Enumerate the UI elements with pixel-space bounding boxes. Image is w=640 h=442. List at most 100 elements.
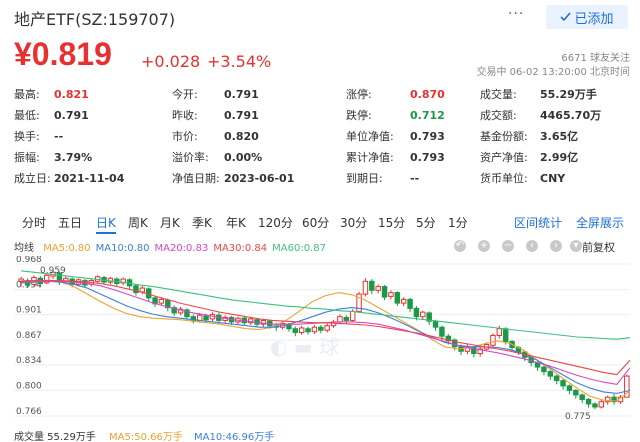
candle-down [585, 398, 592, 405]
stat-value: 3.65亿 [540, 130, 579, 143]
candle-up [362, 280, 369, 295]
stat-value: 2023-06-01 [224, 172, 295, 185]
candle-down [547, 371, 554, 377]
stat-label: 成交量: [480, 88, 517, 101]
stat-value: 3.79% [54, 151, 93, 164]
ma-legend-item: MA30:0.84 [213, 243, 268, 254]
fullscreen-button[interactable]: 全屏展示 [576, 214, 624, 231]
watermark: ◐ ▬ 球 [270, 335, 339, 359]
tab-period[interactable]: 月K [160, 214, 180, 231]
candle-down [292, 328, 299, 333]
max-price-label: 0.959 [40, 266, 66, 276]
stat-item: 跌停: 0.712 [346, 107, 445, 123]
volume-legend: 成交量 55.29万手 MA5:50.66万手 MA10:46.96万手 [14, 428, 274, 442]
stat-item: 资产净值: 2.99亿 [480, 149, 578, 165]
candle-down [369, 280, 375, 291]
stat-item: 最低: 0.791 [14, 107, 89, 123]
ma-legend-label: 均线 [14, 243, 34, 254]
tab-period[interactable]: 120分 [258, 214, 293, 231]
stat-label: 振幅: [14, 151, 40, 164]
candle-up [420, 311, 426, 318]
stat-value: 2.99亿 [540, 151, 579, 164]
volume-label: 成交量 55.29万手 [14, 432, 96, 442]
y-tick-label: 0.834 [16, 356, 42, 366]
candle-down [502, 328, 509, 343]
stat-label: 溢价率: [172, 151, 209, 164]
stat-value: 0.793 [410, 151, 445, 164]
candle-down [553, 375, 560, 382]
move-right-icon[interactable]: › [550, 240, 562, 252]
follow-button[interactable]: 已添加 [546, 5, 628, 29]
stat-label: 昨收: [172, 109, 198, 122]
candle-down [203, 315, 209, 321]
ma-legend: 均线 MA5:0.80 MA10:0.80 MA20:0.83 MA30:0.84 MA… [14, 239, 331, 254]
tab-period[interactable]: 五日 [58, 214, 82, 231]
candle-down [413, 307, 420, 318]
stat-label: 成交额: [480, 109, 517, 122]
tab-period[interactable]: 周K [128, 214, 148, 231]
tab-period[interactable]: 60分 [302, 214, 329, 231]
stat-value: CNY [540, 172, 566, 185]
stat-value: 0.821 [54, 88, 89, 101]
stat-item: 市价: 0.820 [172, 128, 259, 144]
follower-count: 6671 球友关注 [561, 53, 630, 64]
stat-value: 0.793 [410, 130, 445, 143]
more-menu-button[interactable]: ··· [508, 6, 524, 22]
candle-down [560, 380, 566, 387]
period-tabs: 分时 五日 日K 周K 月K 季K 年K 120分 60分 30分 15分 5分 1分 区间统计 全屏展示 [14, 214, 630, 234]
tab-period[interactable]: 15分 [378, 214, 405, 231]
stat-value: 0.00% [224, 151, 263, 164]
stat-item: 最高: 0.821 [14, 86, 89, 102]
volume-ma10: MA10:46.96万手 [194, 432, 275, 442]
follow-label: 已添加 [574, 11, 614, 27]
tab-period[interactable]: 1分 [448, 214, 468, 231]
stat-value: -- [410, 172, 420, 185]
candle-up [388, 292, 394, 297]
range-stats-button[interactable]: 区间统计 [514, 214, 562, 231]
tab-period[interactable]: 30分 [340, 214, 367, 231]
stat-label: 资产净值: [480, 151, 528, 164]
tab-period[interactable]: 5分 [416, 214, 436, 231]
stat-item: 成交额: 4465.70万 [480, 107, 601, 123]
candle-up [298, 327, 305, 333]
kline-chart[interactable]: 0.9680.9340.9010.8670.8340.8000.766◐ ▬ 球… [0, 256, 640, 426]
y-tick-label: 0.800 [16, 381, 42, 391]
price-change: +0.028 [141, 52, 201, 71]
fq-selector[interactable]: 前复权 [582, 239, 615, 255]
zoom-out-icon[interactable]: − [502, 240, 514, 252]
move-left-icon[interactable]: ‹ [526, 240, 538, 252]
candle-up [375, 286, 381, 291]
undo-icon[interactable]: ↶ [454, 240, 466, 252]
candle-down [592, 403, 598, 408]
stat-value: 0.820 [224, 130, 259, 143]
tab-period[interactable]: 年K [226, 214, 246, 231]
stat-label: 成立日: [14, 172, 51, 185]
page-title: 地产ETF(SZ:159707) [14, 10, 176, 29]
stat-label: 货币单位: [480, 172, 528, 185]
candle-down [432, 320, 439, 328]
candle-up [311, 326, 318, 333]
zoom-in-icon[interactable]: + [478, 240, 490, 252]
stat-item: 溢价率: 0.00% [172, 149, 262, 165]
check-icon [560, 12, 572, 22]
ma-legend-item: MA5:0.80 [43, 243, 91, 254]
candle-down [541, 366, 547, 373]
y-tick-label: 0.901 [16, 305, 42, 315]
candle-up [158, 298, 165, 304]
tab-period[interactable]: 季K [192, 214, 212, 231]
ma-legend-item: MA60:0.87 [272, 243, 326, 254]
stat-item: 成交量: 55.29万手 [480, 86, 597, 102]
min-price-label: 0.775 [565, 412, 591, 422]
tab-period[interactable]: 日K [96, 214, 116, 234]
stat-value: 4465.70万 [540, 109, 602, 122]
stat-label: 基金份额: [480, 130, 528, 143]
stat-value: 0.712 [410, 109, 445, 122]
candle-down [439, 326, 445, 337]
tab-period[interactable]: 分时 [22, 214, 46, 231]
stat-label: 今开: [172, 88, 198, 101]
candle-up [598, 401, 605, 408]
adjust-icon[interactable]: ▾ [570, 240, 582, 252]
stat-item: 涨停: 0.870 [346, 86, 445, 102]
candle-down [566, 385, 573, 391]
stat-label: 累计净值: [346, 151, 394, 164]
